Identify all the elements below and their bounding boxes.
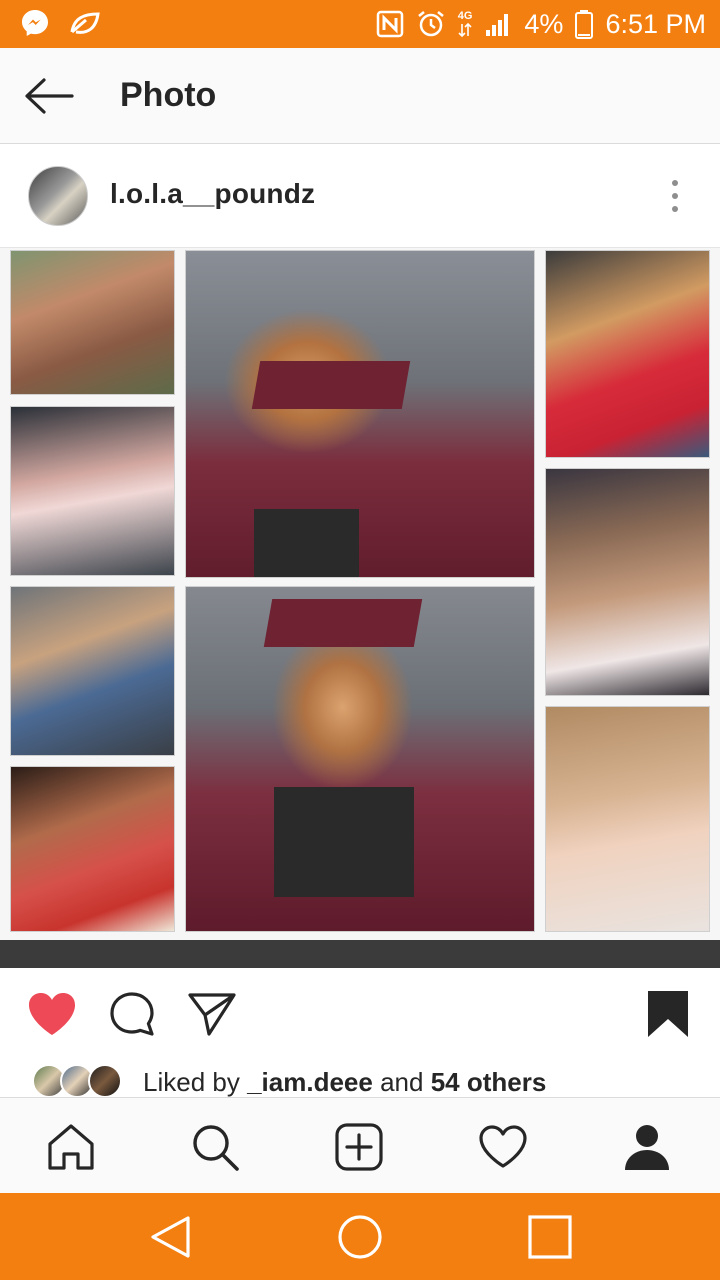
save-button[interactable]	[642, 988, 694, 1040]
status-bar: 4G 4% 6:51 PM	[0, 0, 720, 48]
likes-prefix: Liked by	[143, 1067, 240, 1097]
nav-search[interactable]	[188, 1120, 242, 1174]
collage-tile	[545, 468, 710, 696]
collage-tile	[10, 406, 175, 576]
bookmark-filled-icon	[648, 991, 688, 1037]
likes-summary[interactable]: Liked by _iam.deee and 54 others	[0, 1058, 720, 1098]
likes-text: Liked by _iam.deee and 54 others	[143, 1067, 546, 1098]
page-title: Photo	[120, 76, 217, 114]
post-header: l.o.l.a__poundz	[0, 146, 720, 246]
graduation-cap	[251, 361, 411, 409]
collage-tile	[10, 766, 175, 932]
battery-percent: 4%	[524, 8, 564, 39]
more-vertical-icon	[672, 180, 678, 186]
system-nav-bar	[0, 1193, 720, 1280]
battery-icon	[575, 9, 594, 39]
collage-tile	[185, 250, 535, 578]
like-button[interactable]	[26, 988, 78, 1040]
profile-icon	[625, 1125, 669, 1170]
nav-add-post[interactable]	[332, 1120, 386, 1174]
action-bar	[0, 968, 720, 1058]
search-icon	[193, 1125, 239, 1171]
bottom-nav	[0, 1097, 720, 1193]
post-photo[interactable]	[0, 247, 720, 968]
system-home-button[interactable]	[336, 1213, 384, 1261]
comment-icon	[110, 992, 154, 1036]
nav-home[interactable]	[44, 1120, 98, 1174]
collage-tile	[545, 250, 710, 458]
more-vertical-icon	[672, 193, 678, 199]
diploma	[274, 787, 414, 897]
more-options-button[interactable]	[658, 176, 692, 216]
back-button[interactable]	[20, 72, 76, 120]
likes-joiner: and	[380, 1067, 424, 1097]
share-icon	[188, 993, 236, 1036]
liked-by-user[interactable]: _iam.deee	[247, 1067, 373, 1097]
status-right: 4G 4% 6:51 PM	[376, 0, 706, 48]
username[interactable]: l.o.l.a__poundz	[110, 178, 315, 210]
add-post-icon	[335, 1123, 383, 1171]
arrow-left-icon	[25, 78, 74, 114]
photo-bottom-border	[0, 940, 720, 968]
nav-activity[interactable]	[476, 1120, 530, 1174]
home-icon	[48, 1124, 94, 1170]
lte-4g-icon: 4G	[457, 9, 473, 38]
app-bar: Photo	[0, 48, 720, 144]
activity-heart-icon	[479, 1125, 527, 1168]
liker-avatars	[32, 1064, 128, 1098]
collage-tile	[10, 250, 175, 395]
heart-filled-icon	[29, 993, 75, 1035]
more-vertical-icon	[672, 206, 678, 212]
home-circle-icon	[338, 1215, 382, 1259]
collage-tile	[185, 586, 535, 932]
diploma	[254, 509, 359, 577]
graduation-cap	[263, 599, 423, 647]
system-back-button[interactable]	[146, 1213, 194, 1261]
comment-button[interactable]	[106, 988, 158, 1040]
back-triangle-icon	[151, 1216, 190, 1258]
signal-icon	[484, 10, 512, 38]
liker-avatar	[88, 1064, 122, 1098]
messenger-icon	[20, 8, 50, 43]
leaf-notification-icon	[68, 8, 102, 43]
likes-others[interactable]: 54 others	[431, 1067, 547, 1097]
collage-tile	[10, 586, 175, 756]
nfc-icon	[376, 10, 404, 38]
network-label: 4G	[457, 9, 473, 22]
avatar[interactable]	[28, 166, 88, 226]
status-left-icons	[20, 8, 102, 43]
recents-square-icon	[528, 1215, 572, 1259]
collage-tile	[545, 706, 710, 932]
system-recents-button[interactable]	[526, 1213, 574, 1261]
clock: 6:51 PM	[605, 8, 706, 39]
share-button[interactable]	[186, 988, 238, 1040]
nav-profile[interactable]	[620, 1120, 674, 1174]
alarm-icon	[416, 9, 446, 39]
